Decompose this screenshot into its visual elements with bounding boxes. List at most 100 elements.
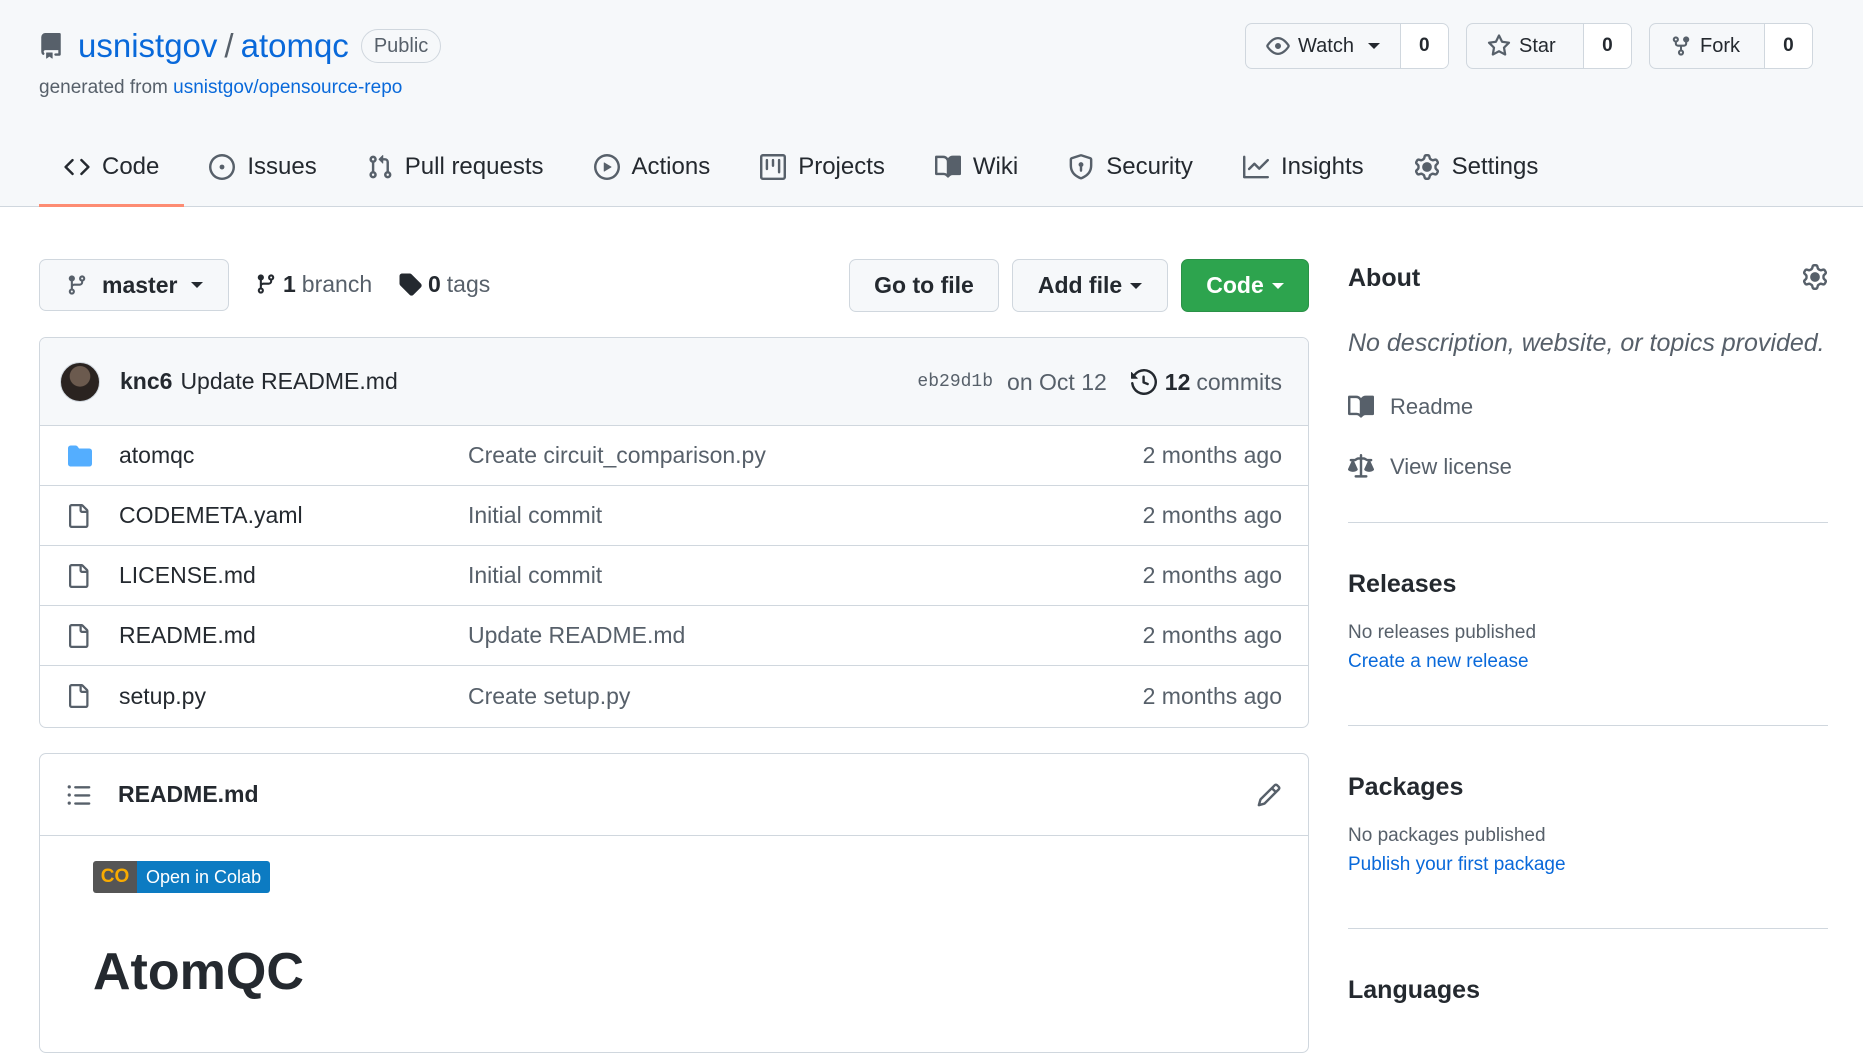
branches-link[interactable]: 1 branch (255, 266, 372, 302)
file-name-link[interactable]: LICENSE.md (119, 562, 256, 589)
repo-nav-tabs: Code Issues Pull requests Actions Projec… (39, 140, 1563, 207)
commit-meta: eb29d1b on Oct 12 12 commits (917, 338, 1282, 426)
tab-issues[interactable]: Issues (184, 140, 341, 193)
branch-count-label: branch (301, 270, 373, 297)
commit-author-link[interactable]: knc6 (120, 368, 172, 395)
fork-icon (1672, 36, 1690, 56)
repo-name-link[interactable]: atomqc (241, 27, 349, 65)
tab-code[interactable]: Code (39, 140, 185, 207)
book-icon (934, 155, 961, 178)
file-name-link[interactable]: README.md (119, 622, 256, 649)
colab-badge-label: Open in Colab (137, 861, 271, 893)
play-icon (593, 153, 620, 180)
file-name-link[interactable]: setup.py (119, 683, 206, 710)
tab-pull-requests[interactable]: Pull requests (342, 140, 569, 193)
tab-label: Projects (798, 152, 885, 180)
file-icon (69, 684, 89, 708)
chevron-down-icon (191, 282, 204, 288)
gear-icon[interactable] (1802, 264, 1828, 290)
repo-owner-link[interactable]: usnistgov (78, 27, 217, 65)
file-commit-link[interactable]: Initial commit (468, 502, 602, 529)
file-row[interactable]: atomqc Create circuit_comparison.py 2 mo… (40, 426, 1308, 486)
pencil-icon[interactable] (1256, 782, 1282, 808)
file-name-link[interactable]: CODEMETA.yaml (119, 502, 303, 529)
issue-icon (209, 153, 236, 180)
file-commit-link[interactable]: Update README.md (468, 622, 685, 649)
star-group: Star 0 (1466, 23, 1632, 69)
shield-icon (1069, 153, 1093, 179)
star-icon (1487, 34, 1511, 56)
fork-button[interactable]: Fork (1650, 24, 1765, 68)
tab-projects[interactable]: Projects (735, 140, 910, 193)
license-link[interactable]: View license (1348, 454, 1512, 480)
readme-link-label: Readme (1390, 394, 1474, 419)
add-file-label: Add file (1037, 272, 1123, 298)
go-to-file-button[interactable]: Go to file (849, 259, 999, 312)
avatar[interactable] (60, 361, 100, 402)
generated-from-label: generated from (39, 77, 174, 98)
fork-label: Fork (1700, 34, 1740, 57)
readme-link[interactable]: Readme (1348, 394, 1473, 420)
code-download-button[interactable]: Code (1181, 259, 1309, 312)
tab-insights[interactable]: Insights (1218, 140, 1389, 193)
commit-message-link[interactable]: Update README.md (180, 368, 397, 395)
watch-count[interactable]: 0 (1400, 24, 1448, 68)
file-row[interactable]: setup.py Create setup.py 2 months ago (40, 666, 1308, 726)
file-age: 2 months ago (1142, 502, 1282, 528)
fork-count[interactable]: 0 (1764, 24, 1812, 68)
about-description: No description, website, or topics provi… (1348, 329, 1825, 357)
languages-title: Languages (1348, 976, 1480, 1004)
repo-header: usnistgov / atomqc Public generated from… (0, 0, 1863, 207)
project-icon (760, 153, 787, 180)
star-button[interactable]: Star (1467, 24, 1584, 68)
file-icon (69, 563, 89, 588)
star-count[interactable]: 0 (1583, 24, 1631, 68)
file-commit-link[interactable]: Create circuit_comparison.py (468, 442, 766, 469)
tab-settings[interactable]: Settings (1389, 140, 1564, 193)
tags-link[interactable]: 0 tags (398, 266, 490, 302)
tab-actions[interactable]: Actions (569, 140, 736, 193)
readme-heading: AtomQC (93, 943, 304, 1001)
commit-count: 12 (1164, 368, 1191, 395)
file-age: 2 months ago (1142, 682, 1282, 709)
branch-select-button[interactable]: master (39, 259, 229, 311)
tab-label: Insights (1280, 152, 1364, 180)
releases-title[interactable]: Releases (1348, 570, 1456, 599)
file-row[interactable]: README.md Update README.md 2 months ago (40, 606, 1308, 666)
watch-button[interactable]: Watch (1246, 24, 1401, 68)
publish-package-link[interactable]: Publish your first package (1348, 854, 1566, 876)
chevron-down-icon (1271, 282, 1284, 289)
readme-header: README.md (40, 754, 1308, 836)
commit-sha-link[interactable]: eb29d1b (917, 372, 993, 392)
visibility-badge: Public (360, 29, 442, 63)
file-row[interactable]: LICENSE.md Initial commit 2 months ago (40, 546, 1308, 606)
tab-wiki[interactable]: Wiki (910, 140, 1043, 193)
commit-count-label: commits (1196, 368, 1282, 395)
file-icon (69, 503, 89, 528)
file-age: 2 months ago (1142, 622, 1282, 648)
tab-label: Actions (631, 152, 711, 180)
eye-icon (1266, 37, 1290, 55)
commit-history-link[interactable]: 12 commits (1130, 368, 1282, 396)
file-commit-link[interactable]: Create setup.py (468, 683, 630, 710)
file-age: 2 months ago (1142, 442, 1282, 468)
repo-title: usnistgov / atomqc Public (38, 26, 442, 66)
tab-label: Security (1106, 152, 1193, 180)
add-file-button[interactable]: Add file (1012, 259, 1168, 312)
file-row[interactable]: CODEMETA.yaml Initial commit 2 months ag… (40, 486, 1308, 546)
book-icon (1348, 395, 1374, 418)
packages-title[interactable]: Packages (1348, 773, 1463, 802)
file-commit-link[interactable]: Initial commit (468, 562, 602, 589)
tab-security[interactable]: Security (1043, 140, 1218, 193)
file-name-link[interactable]: atomqc (119, 442, 194, 469)
open-in-colab-badge[interactable]: CO Open in Colab (93, 861, 271, 893)
divider (1348, 928, 1828, 929)
tag-count-label: tags (446, 270, 491, 297)
chevron-down-icon (1367, 43, 1380, 49)
list-icon[interactable] (66, 782, 92, 808)
code-icon (64, 158, 90, 175)
generated-from: generated from usnistgov/opensource-repo (39, 77, 402, 99)
template-repo-link[interactable]: usnistgov/opensource-repo (173, 77, 402, 98)
create-release-link[interactable]: Create a new release (1348, 651, 1529, 673)
tab-label: Pull requests (404, 152, 544, 180)
